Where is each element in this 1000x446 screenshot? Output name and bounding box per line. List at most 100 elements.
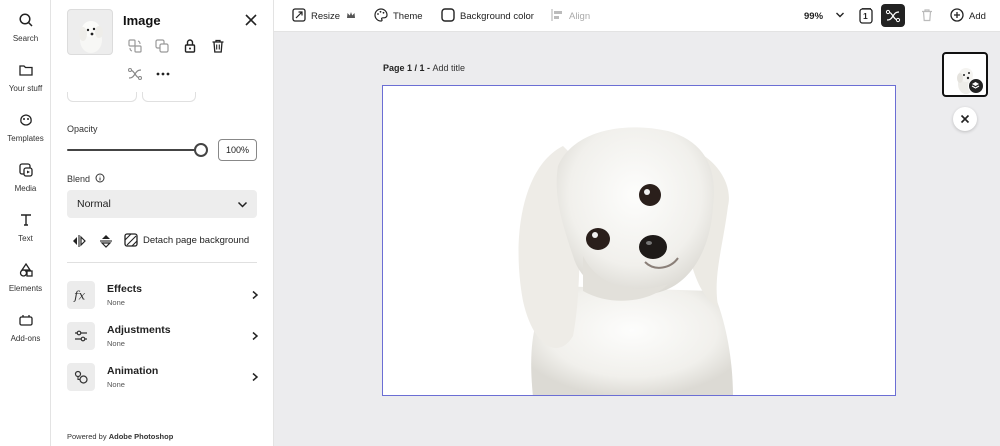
more-options-icon[interactable] xyxy=(155,66,171,82)
animation-icon xyxy=(74,370,88,384)
rail-item-search[interactable]: Search xyxy=(0,12,51,56)
addons-icon xyxy=(18,315,33,326)
fx-icon: fx xyxy=(73,289,85,303)
replace-image-icon[interactable] xyxy=(127,38,143,54)
opacity-slider-handle[interactable] xyxy=(194,143,208,157)
align-button[interactable]: Align xyxy=(550,8,594,24)
chevron-right-icon xyxy=(252,372,259,382)
flip-vertical-icon[interactable] xyxy=(98,233,114,249)
rail-item-your-stuff[interactable]: Your stuff xyxy=(0,62,51,106)
page-count: 1 xyxy=(863,11,868,21)
remove-background-icon xyxy=(885,9,901,23)
chevron-down-icon xyxy=(237,201,248,208)
chevron-right-icon xyxy=(252,331,259,341)
resize-icon xyxy=(292,8,306,22)
add-button[interactable]: Add xyxy=(950,8,990,24)
search-icon xyxy=(18,13,33,27)
rail-item-addons[interactable]: Add-ons xyxy=(0,312,51,356)
rail-label-text: Text xyxy=(18,234,33,243)
rail-label-your-stuff: Your stuff xyxy=(8,84,43,93)
flip-horizontal-icon[interactable] xyxy=(71,233,87,249)
opacity-slider-track[interactable] xyxy=(67,149,201,151)
layers-icon xyxy=(971,82,980,89)
svg-text:fx: fx xyxy=(73,289,85,303)
effects-row[interactable]: fx Effects None xyxy=(67,281,263,313)
left-rail: Search Your stuff Templates Media Text E… xyxy=(0,0,51,446)
detach-page-background-button[interactable]: Detach page background xyxy=(124,233,249,249)
rail-label-media: Media xyxy=(14,184,37,193)
zoom-value: 99% xyxy=(804,11,824,22)
resize-button[interactable]: Resize xyxy=(292,8,362,24)
adjustments-row[interactable]: Adjustments None xyxy=(67,322,263,354)
palette-icon xyxy=(374,8,388,22)
adjustments-title: Adjustments xyxy=(107,324,171,336)
animation-row[interactable]: Animation None xyxy=(67,363,263,395)
resize-label: Resize xyxy=(311,11,341,22)
sliders-icon-tile xyxy=(67,322,95,350)
partial-button-2[interactable] xyxy=(142,92,196,102)
rail-label-addons: Add-ons xyxy=(10,334,41,343)
rail-item-text[interactable]: Text xyxy=(0,212,51,256)
selected-tool-button[interactable] xyxy=(881,4,905,27)
powered-brand: Adobe Photoshop xyxy=(108,432,174,441)
rail-label-search: Search xyxy=(12,34,39,43)
top-toolbar: Resize Theme Background color Align 99% … xyxy=(274,0,1000,32)
detach-background-icon xyxy=(124,233,138,247)
animation-icon-tile xyxy=(67,363,95,391)
blend-mode-value: Normal xyxy=(77,198,111,210)
blend-label: Blend xyxy=(67,174,91,184)
dog-image[interactable] xyxy=(383,86,896,396)
partial-button-1[interactable] xyxy=(67,92,137,102)
detach-label: Detach page background xyxy=(143,235,250,246)
blend-label-row: Blend xyxy=(67,173,105,184)
rail-item-elements[interactable]: Elements xyxy=(0,262,51,306)
theme-label: Theme xyxy=(393,11,423,22)
lock-icon[interactable] xyxy=(182,38,198,54)
zoom-dropdown[interactable]: 99% xyxy=(804,10,845,22)
close-icon xyxy=(960,114,970,124)
background-color-label: Background color xyxy=(460,11,534,22)
align-icon xyxy=(551,9,562,21)
panel-divider xyxy=(67,262,257,263)
theme-button[interactable]: Theme xyxy=(374,8,429,24)
background-color-icon xyxy=(441,8,455,22)
align-label: Align xyxy=(569,11,591,22)
delete-icon[interactable] xyxy=(210,38,226,54)
effects-subtitle: None xyxy=(107,298,125,307)
media-icon xyxy=(18,163,33,177)
opacity-value-field[interactable]: 100% xyxy=(218,139,257,161)
folder-icon xyxy=(18,65,33,76)
properties-panel: Image Opacity 100% Blend Normal Detach p… xyxy=(51,0,274,446)
artboard[interactable] xyxy=(382,85,896,396)
close-pages-button[interactable] xyxy=(953,107,977,131)
powered-by-text: Powered by Adobe Photoshop xyxy=(67,432,173,441)
remove-background-icon[interactable] xyxy=(127,66,143,82)
premium-crown-icon xyxy=(347,12,355,18)
chevron-down-icon xyxy=(835,12,844,18)
background-color-button[interactable]: Background color xyxy=(441,8,534,24)
chevron-right-icon xyxy=(252,290,259,300)
opacity-label: Opacity xyxy=(67,124,98,134)
animation-title: Animation xyxy=(107,365,159,377)
sliders-icon xyxy=(75,330,87,342)
dog-thumbnail-image xyxy=(79,21,103,53)
rail-item-templates[interactable]: Templates xyxy=(0,112,51,156)
info-icon[interactable] xyxy=(95,173,105,183)
templates-icon xyxy=(19,114,32,126)
delete-icon[interactable] xyxy=(920,8,934,22)
close-panel-icon[interactable] xyxy=(243,12,259,28)
text-icon xyxy=(20,214,31,226)
powered-prefix: Powered by xyxy=(67,432,109,441)
panel-title: Image xyxy=(123,13,161,28)
rail-label-elements: Elements xyxy=(8,284,43,293)
blend-mode-select[interactable]: Normal xyxy=(67,190,257,218)
rail-item-media[interactable]: Media xyxy=(0,162,51,206)
page-indicator: Page 1 / 1 - xyxy=(383,63,433,73)
add-title-link[interactable]: Add title xyxy=(433,63,466,73)
rail-label-templates: Templates xyxy=(7,134,44,143)
animation-subtitle: None xyxy=(107,380,125,389)
duplicate-icon[interactable] xyxy=(154,38,170,54)
layers-badge[interactable] xyxy=(968,78,984,94)
pages-button[interactable]: 1 xyxy=(857,7,875,25)
plus-circle-icon xyxy=(950,8,964,22)
